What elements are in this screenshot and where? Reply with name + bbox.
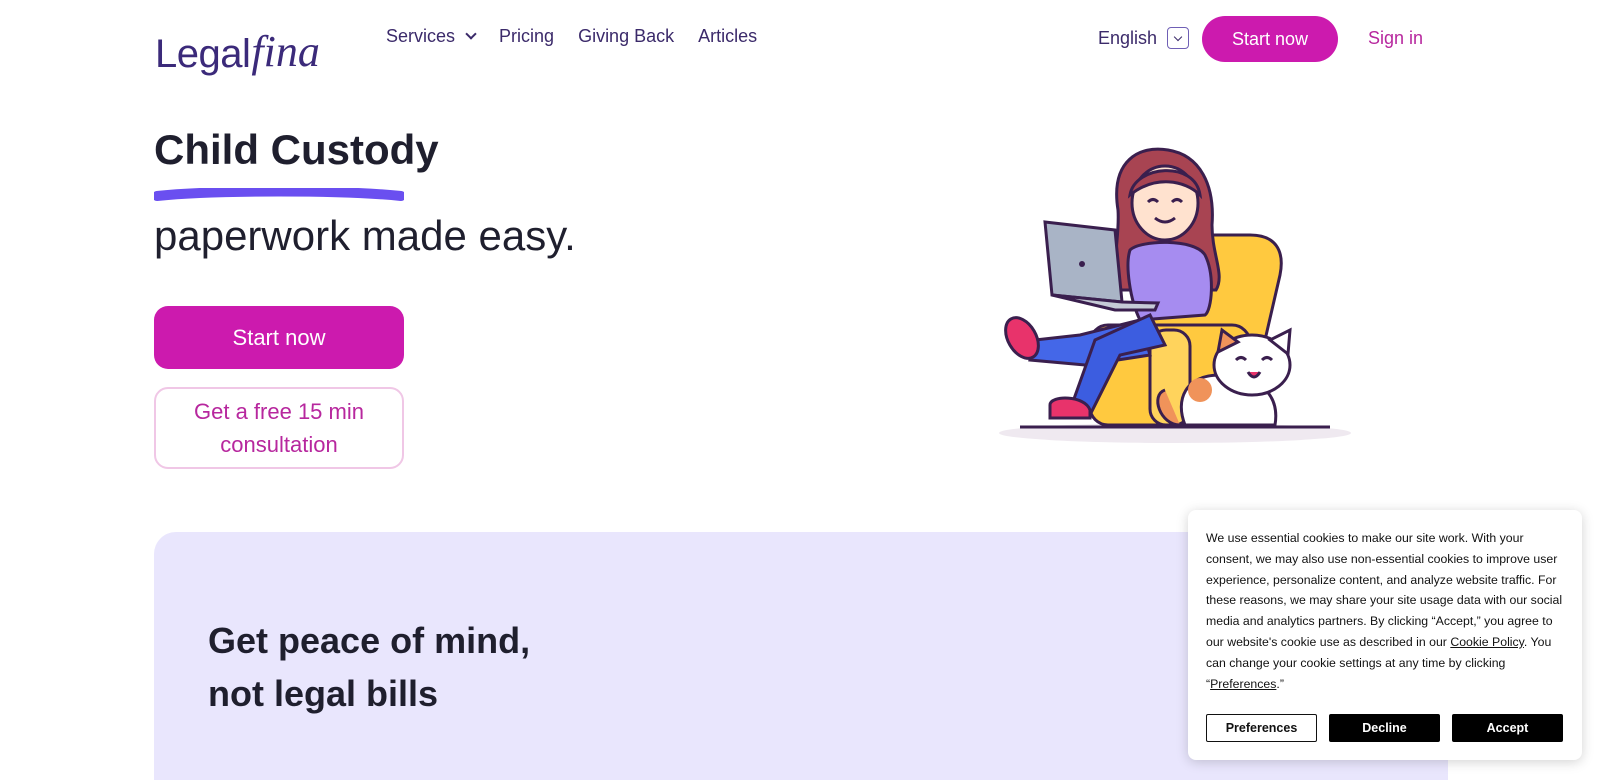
preferences-link[interactable]: Preferences [1210, 677, 1276, 691]
cat-mouth [1246, 371, 1262, 379]
chevron-down-icon [1173, 32, 1183, 41]
hero-subtitle: paperwork made easy. [154, 212, 576, 259]
cookie-decline-button[interactable]: Decline [1329, 714, 1440, 742]
woman-with-laptop-and-cat-illustration [999, 147, 1351, 443]
cookie-text-part-3: .” [1276, 676, 1284, 691]
header-start-now-button[interactable]: Start now [1202, 16, 1338, 62]
logo-text-legal: Legal [155, 32, 251, 76]
nav-item-label: Pricing [499, 26, 555, 46]
cat-spot [1188, 378, 1212, 402]
site-header: Legal fina Services Pricing Giving Back … [0, 0, 1600, 78]
logo-text-fina: fina [251, 27, 320, 76]
title-underline-stroke [154, 188, 404, 201]
cookie-preferences-button[interactable]: Preferences [1206, 714, 1317, 742]
nav-item-label: Giving Back [578, 26, 675, 46]
nav-item-pricing[interactable]: Pricing [499, 26, 554, 47]
sign-in-link[interactable]: Sign in [1368, 28, 1423, 49]
cookie-buttons: Preferences Decline Accept [1206, 714, 1563, 742]
legalfina-logo[interactable]: Legal fina [155, 10, 320, 76]
nav-item-giving-back[interactable]: Giving Back [578, 26, 674, 47]
nav-item-articles[interactable]: Articles [698, 26, 757, 47]
language-selector[interactable]: English [1098, 27, 1190, 49]
cookie-policy-link[interactable]: Cookie Policy [1450, 635, 1524, 649]
chevron-down-icon [465, 28, 477, 40]
nav-item-label: Services [386, 26, 456, 46]
consultation-label: Get a free 15 min consultation [194, 399, 364, 457]
cookie-message: We use essential cookies to make our sit… [1206, 528, 1564, 694]
nav-item-label: Articles [698, 26, 758, 46]
cookie-text-part-1: We use essential cookies to make our sit… [1206, 531, 1563, 649]
section-title: Get peace of mind, not legal bills [208, 614, 530, 720]
section-title-line-2: not legal bills [208, 673, 439, 714]
hero-title: Child Custody [154, 126, 439, 173]
language-dropdown-toggle[interactable] [1167, 27, 1190, 49]
cookie-accept-button[interactable]: Accept [1452, 714, 1563, 742]
section-title-line-1: Get peace of mind, [208, 620, 531, 661]
nav-item-services[interactable]: Services [386, 26, 477, 47]
cookie-consent-banner: We use essential cookies to make our sit… [1188, 510, 1582, 760]
hero-start-now-button[interactable]: Start now [154, 306, 404, 369]
free-consultation-button[interactable]: Get a free 15 min consultation [154, 387, 404, 469]
main-nav: Services Pricing Giving Back Articles [386, 26, 757, 47]
language-label: English [1098, 27, 1158, 48]
laptop-logo [1079, 261, 1085, 267]
